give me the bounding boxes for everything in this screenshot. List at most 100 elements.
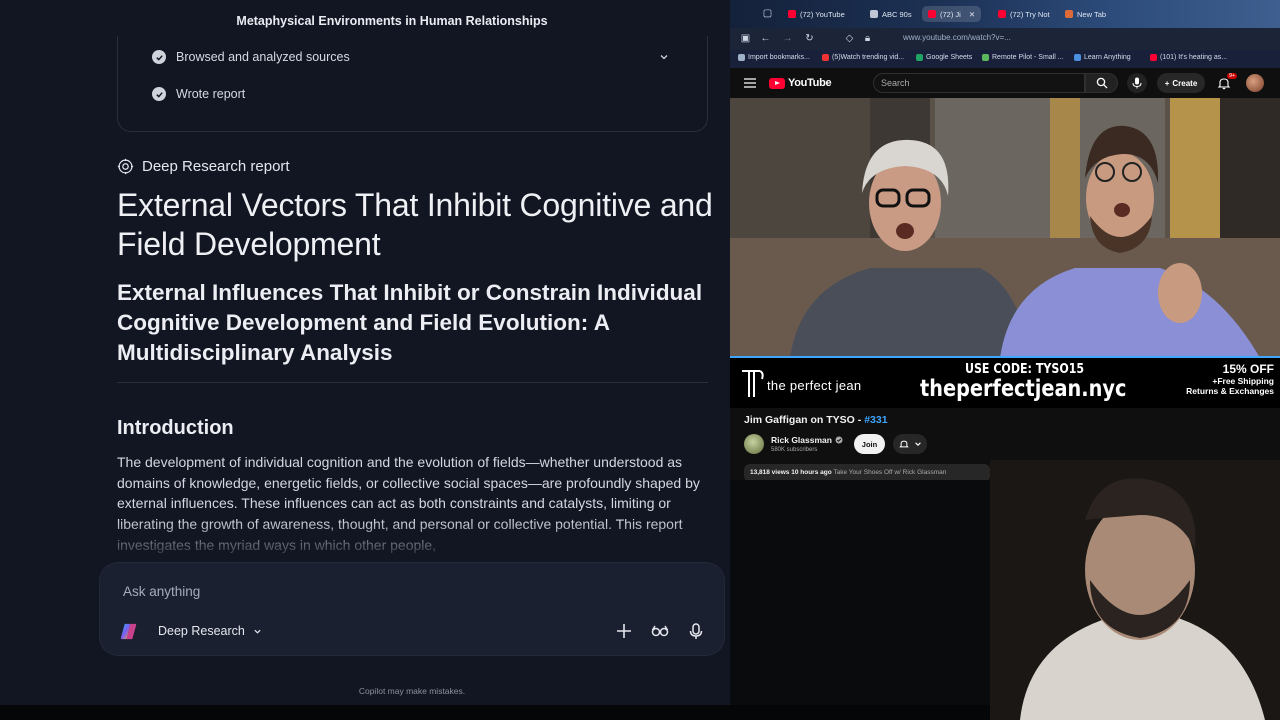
deep-research-icon — [117, 158, 134, 175]
ad-brand-name: the perfect jean — [767, 378, 862, 393]
youtube-favicon-icon — [822, 54, 829, 61]
step-item-browsed: Browsed and analyzed sources — [152, 50, 350, 64]
bookmark-item[interactable]: Import bookmarks... — [738, 54, 810, 61]
hashtag-link[interactable]: #331 — [864, 414, 887, 426]
forward-arrow-icon[interactable]: → — [782, 33, 793, 44]
webcam-frame-image — [990, 460, 1280, 720]
tab-bar: ▢ (72) YouTube ABC 90s (72) Ji ✕ (72) Try… — [730, 0, 1280, 28]
step-label: Browsed and analyzed sources — [176, 50, 350, 64]
create-button[interactable]: + Create — [1157, 73, 1205, 93]
account-avatar[interactable] — [1246, 74, 1264, 92]
tab-actions-icon[interactable]: ▢ — [762, 8, 773, 19]
youtube-play-icon — [769, 77, 785, 89]
check-circle-icon — [152, 87, 166, 101]
bell-icon — [899, 440, 909, 448]
composer-input[interactable]: Ask anything — [123, 584, 200, 599]
youtube-masthead: YouTube Search + Create 9+ — [730, 68, 1280, 98]
bookmark-item[interactable]: (101) It's heating as... — [1150, 54, 1227, 61]
bookmark-item[interactable]: Learn Anything — [1074, 54, 1131, 61]
scroll-fade — [100, 520, 720, 560]
mode-label: Deep Research — [158, 624, 245, 638]
reload-icon[interactable]: ↻ — [804, 33, 815, 44]
plus-icon[interactable] — [614, 621, 634, 641]
step-label: Wrote report — [176, 87, 246, 101]
channel-avatar[interactable] — [744, 434, 764, 454]
bookmark-item[interactable]: Remote Pilot - Small ... — [982, 54, 1064, 61]
report-label-text: Deep Research report — [142, 158, 290, 175]
microphone-icon[interactable] — [686, 621, 706, 641]
chevron-down-icon[interactable] — [659, 52, 669, 62]
tab-new-tab[interactable]: New Tab — [1065, 6, 1106, 22]
site-favicon-icon — [870, 10, 878, 18]
tab-abc[interactable]: ABC 90s — [870, 6, 912, 22]
step-item-wrote: Wrote report — [152, 87, 245, 101]
youtube-favicon-icon — [998, 10, 1006, 18]
video-player[interactable]: the perfect jean USE CODE: TYSO15 theper… — [730, 98, 1280, 408]
lock-icon[interactable]: 🔒︎ — [862, 33, 873, 44]
chat-title: Metaphysical Environments in Human Relat… — [236, 14, 548, 28]
check-circle-icon — [152, 50, 166, 64]
browser-window: ▢ (72) YouTube ABC 90s (72) Ji ✕ (72) Try… — [730, 0, 1280, 480]
video-title: Jim Gaffigan on TYSO - #331 — [744, 414, 888, 426]
youtube-logo[interactable]: YouTube — [769, 77, 832, 89]
video-frame-image — [730, 98, 1280, 358]
chevron-down-icon — [915, 442, 921, 446]
tab-youtube[interactable]: (72) YouTube — [788, 6, 845, 22]
mode-selector[interactable]: Deep Research — [158, 624, 262, 638]
youtube-favicon-icon — [1150, 54, 1157, 61]
new-tab-favicon-icon — [1065, 10, 1073, 18]
search-icon — [1096, 77, 1108, 89]
vision-glasses-icon[interactable] — [650, 621, 670, 641]
search-input[interactable]: Search — [873, 73, 1085, 93]
site-favicon-icon — [1074, 54, 1081, 61]
site-favicon-icon — [982, 54, 989, 61]
report-subtitle: External Influences That Inhibit or Cons… — [117, 280, 703, 365]
tab-active-video[interactable]: (72) Ji ✕ — [922, 6, 982, 22]
tab-try-not[interactable]: (72) Try Not — [998, 6, 1050, 22]
copilot-logo-icon — [120, 623, 137, 640]
ad-overlay-banner[interactable]: the perfect jean USE CODE: TYSO15 theper… — [730, 356, 1280, 408]
composer: Ask anything Deep Research — [100, 563, 724, 655]
notification-count-badge: 9+ — [1227, 73, 1238, 79]
close-tab-icon[interactable]: ✕ — [969, 10, 975, 19]
hamburger-menu-icon[interactable] — [744, 78, 756, 88]
plus-icon: + — [1164, 78, 1170, 88]
chevron-down-icon — [254, 629, 261, 634]
disclaimer-note: Copilot may make mistakes. — [358, 686, 466, 696]
bookmark-item[interactable]: (5)Watch trending vid... — [822, 54, 904, 61]
channel-name[interactable]: Rick Glassman — [771, 435, 843, 445]
ad-promo-code: USE CODE: TYSO15 — [965, 362, 1085, 377]
brand-logo-icon — [742, 370, 764, 397]
import-icon — [738, 54, 745, 61]
sidebar-toggle-icon[interactable]: ▣ — [740, 33, 751, 44]
bookmark-item[interactable]: Google Sheets — [916, 54, 972, 61]
subscriber-count: 580K subscribers — [771, 447, 818, 453]
ad-url: theperfectjean.nyc — [920, 376, 1127, 402]
copilot-window: Metaphysical Environments in Human Relat… — [0, 0, 730, 705]
microphone-icon — [1132, 77, 1142, 89]
desktop-background — [730, 480, 990, 705]
section-heading: Introduction — [117, 417, 234, 439]
url-field[interactable]: www.youtube.com/watch?v=... — [903, 33, 1011, 42]
search-button[interactable] — [1085, 73, 1118, 93]
bottom-strip — [0, 705, 990, 720]
youtube-favicon-icon — [928, 10, 936, 18]
verified-check-icon — [835, 436, 843, 444]
description-summary[interactable]: 13,818 views 10 hours ago Take Your Shoe… — [744, 464, 990, 480]
address-bar: ▣ ← → ↻ ◇ 🔒︎ www.youtube.com/watch?v=... — [730, 28, 1280, 50]
sheets-favicon-icon — [916, 54, 923, 61]
youtube-favicon-icon — [788, 10, 796, 18]
back-arrow-icon[interactable]: ← — [760, 33, 771, 44]
subscription-bell-button[interactable] — [893, 434, 927, 454]
join-button[interactable]: Join — [854, 434, 885, 454]
research-steps-card[interactable]: Browsed and analyzed sources Wrote repor… — [117, 36, 708, 132]
ad-offer: 15% OFF +Free Shipping Returns & Exchang… — [1186, 362, 1274, 396]
voice-search-button[interactable] — [1127, 73, 1147, 93]
webcam-overlay — [990, 460, 1280, 720]
bookmarks-bar: Import bookmarks... (5)Watch trending vi… — [730, 50, 1280, 68]
report-title: External Vectors That Inhibit Cognitive … — [117, 187, 713, 262]
report-label: Deep Research report — [117, 158, 290, 175]
section-divider — [117, 382, 708, 383]
desktop-screen: Metaphysical Environments in Human Relat… — [0, 0, 1280, 720]
shield-icon[interactable]: ◇ — [844, 33, 855, 44]
